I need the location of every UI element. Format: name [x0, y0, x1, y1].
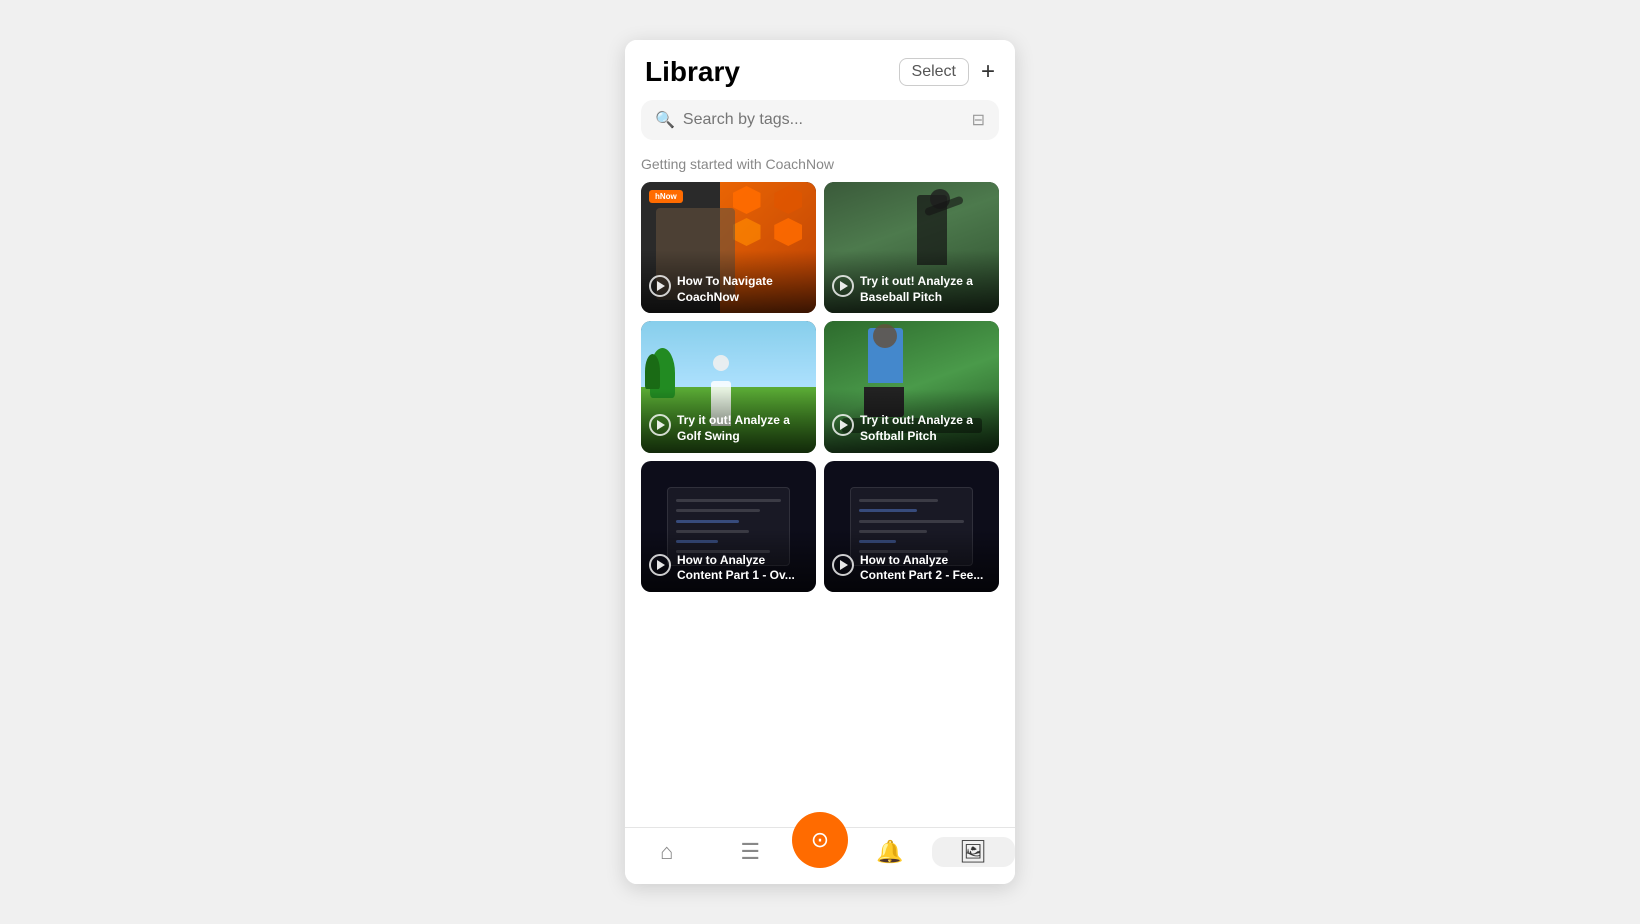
video-info-analyze1: How to Analyze Content Part 1 - Ov... — [649, 553, 808, 584]
video-info-baseball: Try it out! Analyze a Baseball Pitch — [832, 274, 991, 305]
page-title: Library — [645, 56, 740, 88]
video-card-analyze2[interactable]: How to Analyze Content Part 2 - Fee... — [824, 461, 999, 592]
play-icon-softball — [832, 414, 854, 436]
video-title-softball: Try it out! Analyze a Softball Pitch — [860, 413, 991, 444]
media-icon: 🖼 — [959, 841, 987, 863]
video-title-baseball: Try it out! Analyze a Baseball Pitch — [860, 274, 991, 305]
list-icon: ☰ — [740, 841, 760, 863]
bottom-nav: ⌂ ☰ ⊙ 🔔 🖼 — [625, 827, 1015, 884]
bell-icon: 🔔 — [876, 841, 903, 863]
video-card-analyze1[interactable]: How to Analyze Content Part 1 - Ov... — [641, 461, 816, 592]
header-actions: Select + — [899, 58, 995, 86]
video-title-analyze1: How to Analyze Content Part 1 - Ov... — [677, 553, 808, 584]
filter-icon[interactable]: ⊟ — [972, 110, 985, 130]
section-title: Getting started with CoachNow — [625, 152, 1015, 182]
video-grid: hNow How To Navigate CoachNow — [641, 182, 999, 608]
nav-item-media[interactable]: 🖼 — [932, 837, 1016, 867]
phone-container: Library Select + 🔍 ⊟ Getting started wit… — [625, 40, 1015, 884]
camera-fab-button[interactable]: ⊙ — [792, 812, 848, 868]
coachnow-badge: hNow — [649, 190, 683, 203]
video-title-navigate: How To Navigate CoachNow — [677, 274, 808, 305]
nav-item-notifications[interactable]: 🔔 — [848, 837, 932, 867]
header: Library Select + — [625, 40, 1015, 100]
video-card-golf[interactable]: Try it out! Analyze a Golf Swing — [641, 321, 816, 452]
play-icon-golf — [649, 414, 671, 436]
select-button[interactable]: Select — [899, 58, 969, 86]
home-icon: ⌂ — [660, 841, 673, 863]
video-card-baseball[interactable]: Try it out! Analyze a Baseball Pitch — [824, 182, 999, 313]
video-card-navigate[interactable]: hNow How To Navigate CoachNow — [641, 182, 816, 313]
video-overlay-analyze2: How to Analyze Content Part 2 - Fee... — [824, 529, 999, 592]
video-card-softball[interactable]: Try it out! Analyze a Softball Pitch — [824, 321, 999, 452]
content-scroll: hNow How To Navigate CoachNow — [625, 182, 1015, 827]
video-info-navigate: How To Navigate CoachNow — [649, 274, 808, 305]
play-icon-analyze2 — [832, 554, 854, 576]
video-info-golf: Try it out! Analyze a Golf Swing — [649, 413, 808, 444]
video-title-golf: Try it out! Analyze a Golf Swing — [677, 413, 808, 444]
camera-icon: ⊙ — [811, 827, 829, 853]
video-title-analyze2: How to Analyze Content Part 2 - Fee... — [860, 553, 991, 584]
play-icon-analyze1 — [649, 554, 671, 576]
play-icon-navigate — [649, 275, 671, 297]
video-info-softball: Try it out! Analyze a Softball Pitch — [832, 413, 991, 444]
video-overlay-analyze1: How to Analyze Content Part 1 - Ov... — [641, 529, 816, 592]
search-bar: 🔍 ⊟ — [641, 100, 999, 140]
nav-item-home[interactable]: ⌂ — [625, 837, 709, 867]
video-overlay-softball: Try it out! Analyze a Softball Pitch — [824, 389, 999, 452]
search-input[interactable] — [683, 111, 964, 129]
video-info-analyze2: How to Analyze Content Part 2 - Fee... — [832, 553, 991, 584]
nav-item-list[interactable]: ☰ — [709, 837, 793, 867]
search-icon: 🔍 — [655, 110, 675, 130]
video-overlay-baseball: Try it out! Analyze a Baseball Pitch — [824, 250, 999, 313]
play-icon-baseball — [832, 275, 854, 297]
video-overlay-golf: Try it out! Analyze a Golf Swing — [641, 389, 816, 452]
add-button[interactable]: + — [981, 60, 995, 84]
video-overlay-navigate: How To Navigate CoachNow — [641, 250, 816, 313]
